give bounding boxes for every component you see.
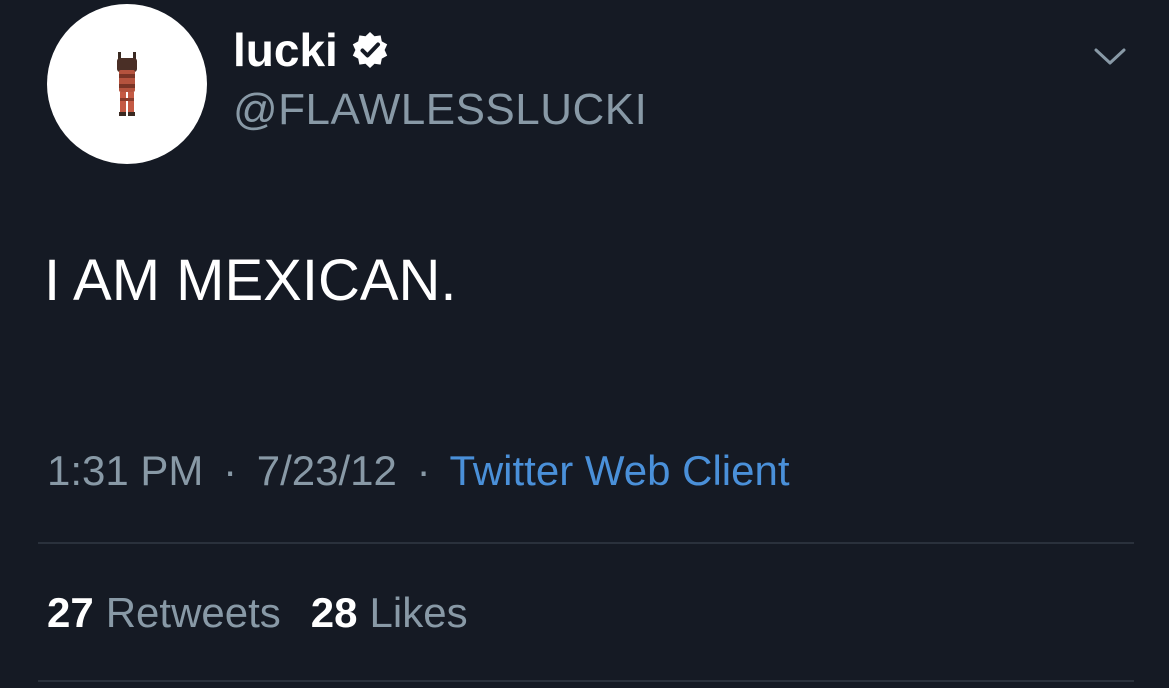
- retweets-count: 27: [47, 589, 94, 636]
- divider: [38, 680, 1134, 682]
- tweet-time[interactable]: 1:31 PM: [47, 447, 203, 494]
- meta-separator: ·: [223, 447, 238, 494]
- divider: [38, 542, 1134, 544]
- user-name-row[interactable]: lucki: [233, 22, 390, 78]
- tweet-source-link[interactable]: Twitter Web Client: [450, 447, 790, 494]
- avatar[interactable]: [47, 4, 207, 164]
- display-name[interactable]: lucki: [233, 22, 338, 78]
- tweet-text: I AM MEXICAN.: [44, 248, 457, 313]
- likes-stat[interactable]: 28 Likes: [311, 586, 468, 640]
- tweet-date[interactable]: 7/23/12: [257, 447, 397, 494]
- verified-badge-icon: [350, 30, 390, 70]
- figurine-icon: [117, 52, 137, 116]
- likes-label: Likes: [369, 589, 468, 636]
- retweets-label: Retweets: [105, 589, 281, 636]
- user-handle[interactable]: @FLAWLESSLUCKI: [233, 84, 647, 136]
- tweet-meta: 1:31 PM · 7/23/12 · Twitter Web Client: [47, 444, 790, 498]
- meta-separator: ·: [416, 447, 431, 494]
- likes-count: 28: [310, 589, 358, 636]
- chevron-down-icon[interactable]: [1086, 36, 1134, 76]
- tweet-stats: 27 Retweets 28 Likes: [47, 586, 468, 640]
- retweets-stat[interactable]: 27 Retweets: [47, 586, 281, 640]
- tweet-card: lucki @FLAWLESSLUCKI I AM MEXICAN. 1:31 …: [0, 0, 1169, 688]
